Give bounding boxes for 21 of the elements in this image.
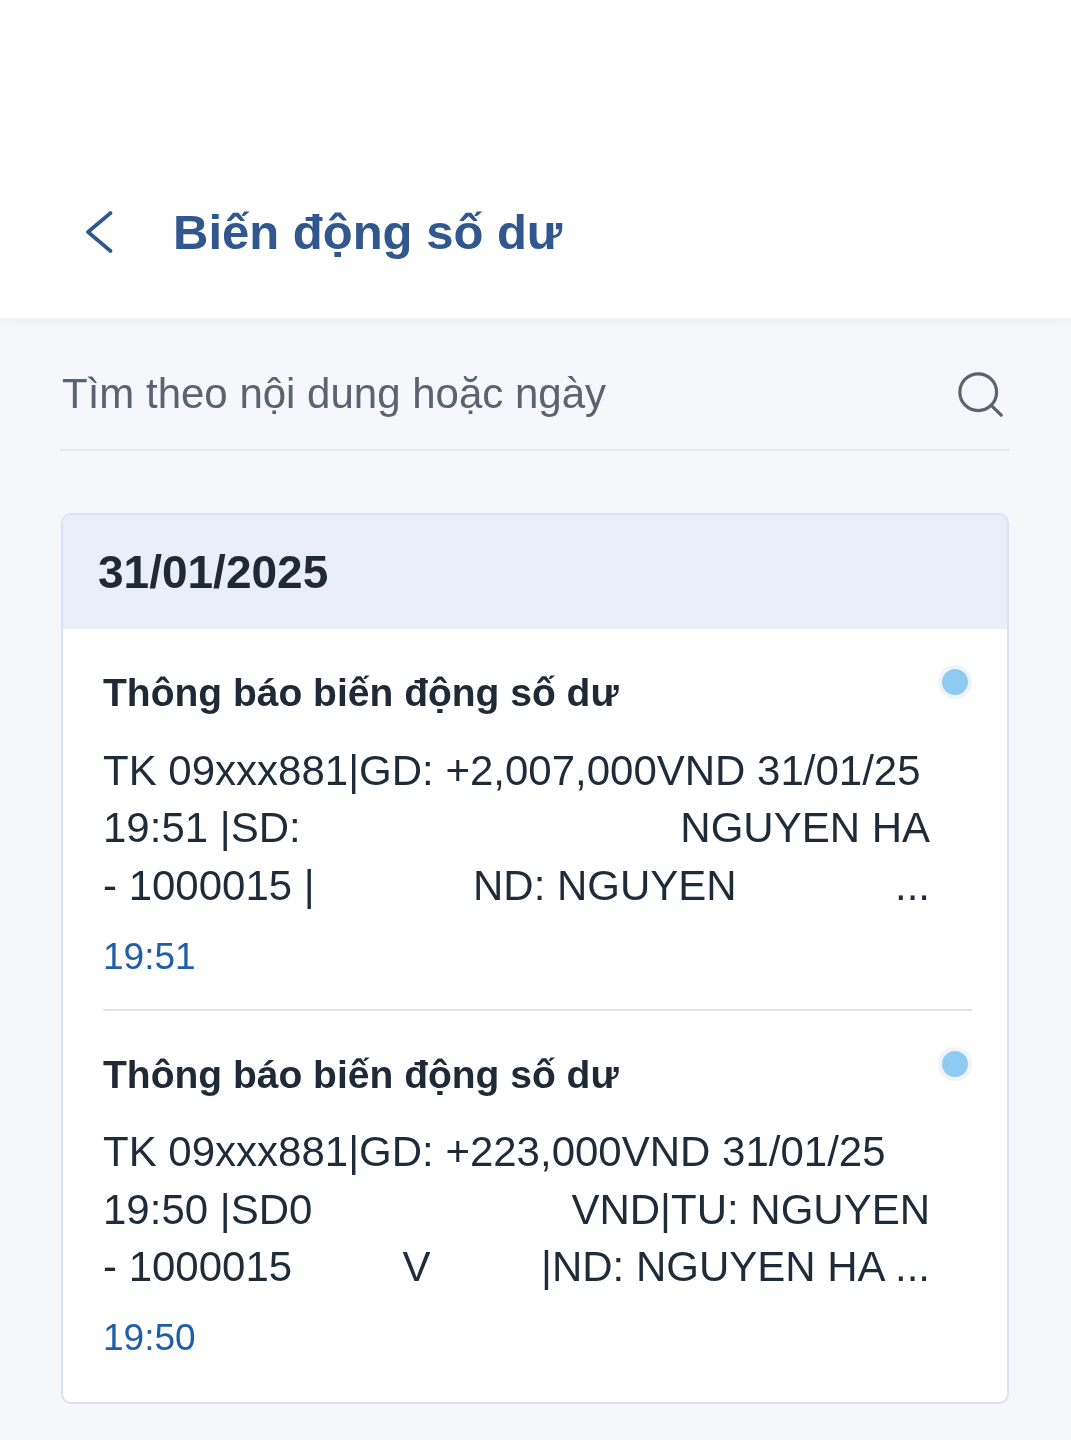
message-text: V — [402, 1242, 431, 1293]
message-text: TK 09xxx881|GD: +2,007,000VND 31/01/25 — [103, 745, 921, 796]
search-field[interactable]: Tìm theo nội dung hoặc ngày — [60, 367, 958, 421]
search-icon[interactable] — [958, 371, 1003, 417]
message-text: 19:51 |SD: — [103, 803, 301, 854]
date-header: 31/01/2025 — [63, 515, 1007, 629]
message-text: - 1000015 | — [103, 860, 315, 911]
notification-time: 19:50 — [103, 1316, 196, 1360]
message-text: ... — [895, 860, 930, 911]
message-text: - 1000015 — [103, 1242, 293, 1293]
notification-title: Thông báo biến động số dư — [103, 1051, 619, 1098]
message-text: TK 09xxx881|GD: +223,000VND 31/01/25 — [103, 1127, 886, 1178]
notification-title: Thông báo biến động số dư — [103, 670, 619, 716]
notification-time: 19:51 — [103, 934, 196, 979]
message-text: ND: NGUYEN — [473, 860, 737, 911]
page-title: Biến động số dư — [173, 204, 563, 261]
message-text: VND|TU: NGUYEN — [571, 1184, 930, 1235]
chevron-left-icon — [85, 211, 114, 253]
message-text: 19:50 |SD0 — [103, 1184, 313, 1235]
message-text: NGUYEN HA — [680, 803, 930, 854]
message-text: |ND: NGUYEN HA ... — [541, 1242, 930, 1293]
